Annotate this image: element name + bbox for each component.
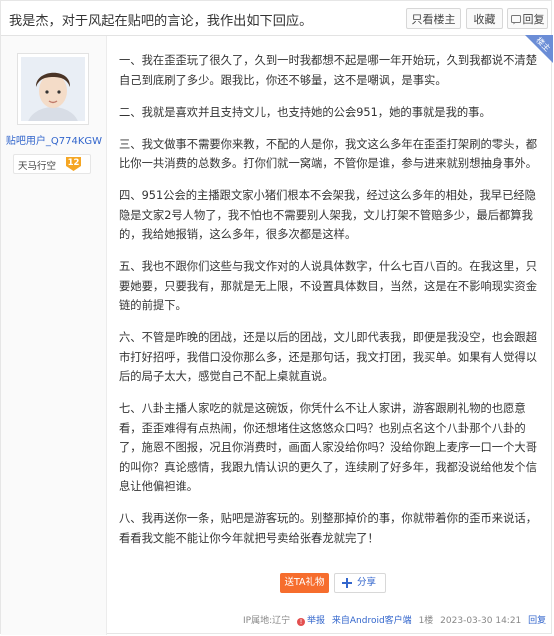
plus-icon: [342, 578, 352, 588]
thread-title: 我是杰，对于风起在贴吧的言论，我作出如下回应。: [9, 14, 313, 29]
post-paragraph: 二、我就是喜欢并且支持文儿，也支持她的公会951，她的事就是我的事。: [119, 105, 491, 119]
post-paragraph: 七、八卦主播人家吃的就是这碗饭，你凭什么不让人家讲，游客跟刷礼物的也愿意看，歪歪…: [119, 402, 537, 493]
send-gift-button[interactable]: 送TA礼物: [280, 573, 329, 593]
report-link[interactable]: ! 举报: [297, 613, 325, 626]
post-footer: IP属地:辽宁 ! 举报 来自Android客户端 1楼 2023-03-30 1…: [243, 613, 550, 626]
author-panel: 贴吧用户_Q774KGW 天马行空 12: [1, 36, 107, 635]
level-badge: 12: [65, 156, 82, 172]
thread-post-container: 我是杰，对于风起在贴吧的言论，我作出如下回应。 只看楼主 收藏 回复 贴吧用户_…: [0, 0, 553, 635]
post-reply-link[interactable]: 回复: [528, 613, 546, 626]
post-paragraph: 六、不管是昨晚的团战，还是以后的团战，文儿即代表我，即便是我没空，也会跟超市打好…: [119, 331, 537, 383]
only-author-button[interactable]: 只看楼主: [406, 8, 461, 29]
rank-name: 天马行空: [18, 161, 57, 172]
reply-icon: [510, 15, 521, 25]
favorite-button[interactable]: 收藏: [466, 8, 503, 29]
reply-button-label: 回复: [522, 13, 545, 26]
post-body: 一、我在歪歪玩了很久了，久到一时我都想不起是哪一年开始玩，久到我都说不清楚自己到…: [119, 51, 544, 561]
reply-button[interactable]: 回复: [507, 8, 548, 29]
post-paragraph: 一、我在歪歪玩了很久了，久到一时我都想不起是哪一年开始玩，久到我都说不清楚自己到…: [119, 54, 537, 87]
share-label: 分享: [357, 577, 377, 588]
post-paragraph: 四、951公会的主播跟文家小猪们根本不会架我，经过这么多年的相处，我早已经隐隐是…: [119, 189, 536, 241]
warning-icon: !: [297, 618, 305, 626]
avatar-image: [21, 57, 85, 121]
level-value: 12: [67, 158, 80, 168]
post-paragraph: 三、我文做事不需要你来教，不配的人是你，我文这么多年在歪歪打架刷的零头，都比你一…: [119, 137, 537, 171]
report-label: 举报: [307, 616, 326, 626]
author-username[interactable]: 贴吧用户_Q774KGW: [1, 132, 107, 147]
thread-header: 我是杰，对于风起在贴吧的言论，我作出如下回应。 只看楼主 收藏 回复: [1, 1, 553, 36]
avatar[interactable]: [17, 53, 89, 125]
share-button[interactable]: 分享: [334, 573, 386, 593]
post-timestamp: 2023-03-30 14:21: [440, 616, 522, 626]
ip-location: IP属地:辽宁: [243, 616, 291, 626]
post-content-area: 楼主 一、我在歪歪玩了很久了，久到一时我都想不起是哪一年开始玩，久到我都说不清楚…: [107, 35, 553, 635]
client-source-link[interactable]: 来自Android客户端: [332, 613, 412, 626]
floor-number: 1楼: [418, 616, 434, 626]
post-paragraph: 八、我再送你一条，贴吧是游客玩的。别整那掉价的事，你就带着你的歪币来说话，看看我…: [119, 512, 537, 545]
post-paragraph: 五、我也不跟你们这些与我文作对的人说具体数字，什么七百八百的。在我这里，只要她要…: [119, 260, 537, 312]
author-rank: 天马行空 12: [13, 154, 91, 174]
